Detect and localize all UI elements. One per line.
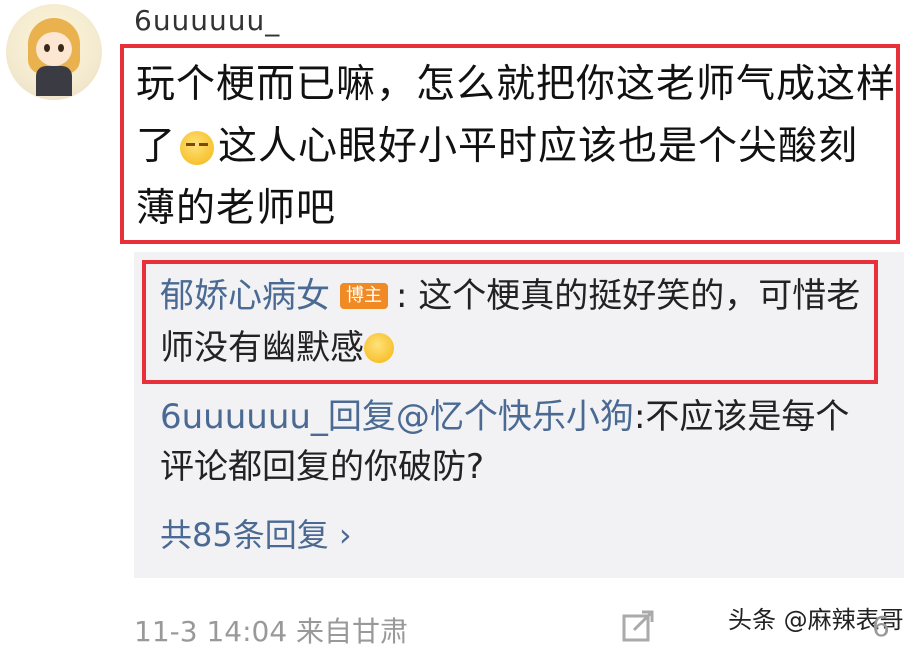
avatar-eye-left: [44, 44, 50, 52]
comment-text-part2: 这人心眼好小平时应该也是个尖酸刻薄的老师吧: [136, 124, 859, 231]
author-badge: 博主: [340, 283, 388, 309]
reply-author[interactable]: 郁娇心病女: [160, 276, 330, 316]
avatar-body: [36, 66, 72, 96]
reply-author[interactable]: 6uuuuuu_回复@忆个快乐小狗: [160, 397, 634, 437]
smirk-emoji-icon: [180, 131, 215, 165]
avatar-eye-right: [58, 44, 64, 52]
like-count: 6: [872, 610, 890, 643]
comment-meta: 11-3 14:04 来自甘肃: [134, 615, 409, 648]
comment-username[interactable]: 6uuuuuu_: [134, 4, 280, 37]
more-replies-link[interactable]: 共85条回复 ›: [160, 510, 352, 556]
avatar-face: [36, 32, 72, 66]
comment-text: 玩个梗而已嘛，怎么就把你这老师气成这样了 这人心眼好小平时应该也是个尖酸刻薄的老师…: [136, 54, 896, 240]
reply-item: 6uuuuuu_回复@忆个快乐小狗:不应该是每个评论都回复的你破防?: [160, 392, 880, 492]
avatar[interactable]: [6, 4, 102, 100]
laugh-cry-emoji-icon: [364, 333, 394, 363]
reply-item: 郁娇心病女 博主: 这个梗真的挺好笑的，可惜老师没有幽默感: [160, 270, 880, 374]
share-icon[interactable]: [620, 610, 656, 646]
